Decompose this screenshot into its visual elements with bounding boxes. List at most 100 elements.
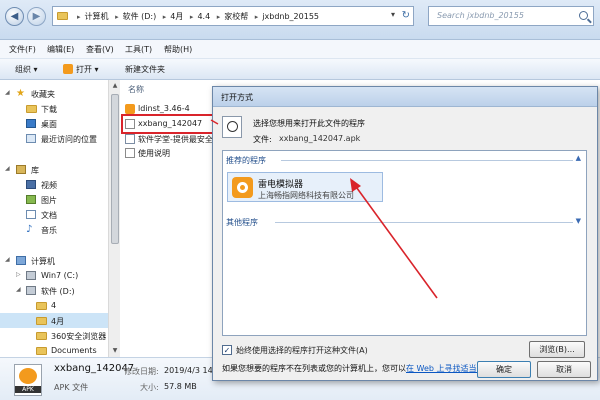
chevron-up-icon[interactable]: ▲ (576, 154, 581, 162)
crumb-drive[interactable]: 软件 (D:) (123, 12, 157, 21)
file-item[interactable]: xxbang_142047 (121, 114, 227, 134)
file-item[interactable]: 使用说明 (124, 146, 224, 160)
menu-view[interactable]: 查看(V) (86, 44, 114, 55)
size-label: 大小: (140, 383, 159, 392)
help-row: 如果您想要的程序不在列表或您的计算机上，您可以在 Web 上寻找适当的程序 (222, 363, 511, 374)
nav-label: 计算机 (31, 257, 55, 266)
program-item-leidian[interactable]: 雷电模拟器 上海畅指网络科技有限公司 (227, 172, 383, 202)
breadcrumb: ▸ 计算机 ▸ 软件 (D:) ▸ 4月 ▸ 4.4 ▸ 家校帮 ▸ jxbdnb_2015… (73, 11, 319, 22)
back-button[interactable]: ◀ (5, 7, 24, 26)
library-icon (16, 165, 26, 174)
app-icon (63, 63, 73, 74)
recent-places-icon (26, 134, 36, 143)
apk-file-icon (125, 119, 135, 129)
ok-button[interactable]: 确定 (477, 361, 531, 378)
always-use-checkbox[interactable]: ✓ (222, 345, 232, 355)
documents-library-icon (26, 210, 36, 219)
nav-library[interactable]: ◢ 库 (0, 162, 108, 177)
menu-file[interactable]: 文件(F) (9, 44, 36, 55)
nav-label: 音乐 (41, 226, 57, 235)
size-value: 57.8 MB (164, 382, 197, 391)
web-page-icon (125, 134, 135, 144)
nav-drive-c[interactable]: ▷ Win7 (C:) (0, 268, 108, 283)
nav-documents[interactable]: 文档 (0, 207, 108, 222)
nav-folder-360[interactable]: 360安全浏览器 (0, 328, 108, 343)
menu-edit[interactable]: 编辑(E) (47, 44, 74, 55)
nav-label: 视频 (41, 181, 57, 190)
dialog-body: 选择您想用来打开此文件的程序 文件: xxbang_142047.apk 推荐的… (213, 107, 597, 380)
chevron-right-icon: ▸ (254, 13, 259, 21)
nav-label: 360安全浏览器 (51, 332, 107, 341)
crumb-computer[interactable]: 计算机 (85, 12, 109, 21)
menu-tools[interactable]: 工具(T) (125, 44, 152, 55)
chevron-right-icon: ▸ (162, 13, 167, 21)
cancel-button[interactable]: 取消 (537, 361, 591, 378)
group-divider (275, 222, 573, 223)
new-folder-button[interactable]: 新建文件夹 (125, 64, 165, 75)
menu-help[interactable]: 帮助(H) (164, 44, 192, 55)
crumb-april[interactable]: 4月 (170, 12, 183, 21)
crumb-current[interactable]: jxbdnb_20155 (262, 12, 319, 21)
selected-file-type: APK 文件 (54, 383, 89, 392)
expand-triangle-icon[interactable]: ◢ (5, 89, 10, 96)
group-other[interactable]: 其他程序 (226, 217, 258, 228)
scrollbar-thumb[interactable] (111, 94, 119, 244)
open-button-label: 打开 ▾ (76, 65, 99, 74)
chevron-right-icon: ▸ (216, 13, 221, 21)
nav-favorites[interactable]: ◢ ★ 收藏夹 (0, 86, 108, 101)
file-item[interactable]: ldinst_3.46-4 (124, 102, 224, 116)
nav-drive-d[interactable]: ◢ 软件 (D:) (0, 283, 108, 298)
program-name: 雷电模拟器 (258, 180, 304, 190)
file-value: xxbang_142047.apk (279, 134, 361, 143)
nav-desktop[interactable]: 桌面 (0, 116, 108, 131)
nav-computer[interactable]: ◢ 计算机 (0, 253, 108, 268)
nav-recent[interactable]: 最近访问的位置 (0, 131, 108, 146)
hard-drive-icon (26, 271, 36, 280)
nav-scrollbar[interactable]: ▲ ▼ (108, 80, 120, 357)
crumb-jiaxiaobang[interactable]: 家校帮 (224, 12, 248, 21)
nav-folder-april[interactable]: 4月 (0, 313, 108, 328)
app-logo-icon (19, 368, 37, 384)
address-bar[interactable]: ▸ 计算机 ▸ 软件 (D:) ▸ 4月 ▸ 4.4 ▸ 家校帮 ▸ jxbdnb_2015… (52, 6, 414, 26)
text-file-icon (125, 148, 135, 158)
nav-folder-4[interactable]: 4 (0, 298, 108, 313)
nav-label: 桌面 (41, 120, 57, 129)
nav-pictures[interactable]: 图片 (0, 192, 108, 207)
chevron-right-icon: ▸ (189, 13, 194, 21)
open-with-dialog: 打开方式 选择您想用来打开此文件的程序 文件: xxbang_142047.ap… (212, 86, 598, 381)
dialog-title-bar[interactable]: 打开方式 (213, 87, 597, 107)
hard-drive-icon (26, 286, 36, 295)
nav-label: 文档 (41, 211, 57, 220)
column-header-name[interactable]: 名称 (120, 84, 144, 95)
group-recommended: 推荐的程序 (226, 156, 266, 165)
search-input[interactable]: Search jxbdnb_20155 (428, 6, 594, 26)
browse-button[interactable]: 浏览(B)... (529, 341, 585, 358)
expand-triangle-icon[interactable]: ◢ (5, 256, 10, 263)
collapse-triangle-icon[interactable]: ▷ (16, 271, 21, 278)
nav-label: Documents (51, 346, 97, 355)
desktop-icon (26, 119, 36, 128)
navigation-pane: ◢ ★ 收藏夹 下载 桌面 最近访问的位置 ◢ 库 视频 图片 文档 ♪ 音乐 … (0, 80, 108, 357)
nav-downloads[interactable]: 下载 (0, 101, 108, 116)
scroll-up-icon[interactable]: ▲ (110, 81, 120, 91)
nav-video[interactable]: 视频 (0, 177, 108, 192)
nav-folder-documents[interactable]: Documents (0, 343, 108, 357)
organize-button[interactable]: 组织 ▾ (15, 64, 38, 75)
chevron-down-icon[interactable]: ▼ (576, 217, 581, 225)
nav-music[interactable]: ♪ 音乐 (0, 222, 108, 237)
expand-triangle-icon[interactable]: ◢ (16, 286, 21, 293)
file-label: 文件: (253, 135, 272, 144)
scroll-down-icon[interactable]: ▼ (110, 346, 120, 356)
open-button[interactable]: 打开 ▾ (63, 63, 99, 75)
refresh-icon[interactable]: ↻ (402, 10, 410, 21)
folder-icon (57, 12, 68, 20)
nav-label: 最近访问的位置 (41, 135, 97, 144)
modified-label: 修改日期: (124, 367, 159, 376)
crumb-44[interactable]: 4.4 (197, 12, 210, 21)
forward-button[interactable]: ▶ (27, 7, 46, 26)
file-item[interactable]: 软件学堂-提供最安全 (124, 132, 224, 146)
expand-triangle-icon[interactable]: ◢ (5, 165, 10, 172)
chevron-down-icon[interactable]: ▾ (391, 10, 395, 19)
nav-label: 4月 (51, 317, 65, 326)
nav-label: 收藏夹 (31, 90, 55, 99)
